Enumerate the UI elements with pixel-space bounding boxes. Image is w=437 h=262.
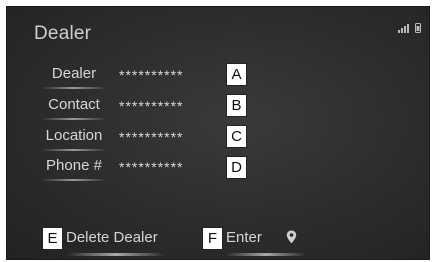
page-title: Dealer bbox=[34, 23, 92, 44]
phone-field-underline bbox=[41, 179, 107, 181]
location-field-label: Location bbox=[45, 127, 103, 144]
status-icons bbox=[398, 23, 421, 33]
contact-field-value: ********** bbox=[119, 98, 184, 114]
callout-a: A bbox=[226, 63, 247, 86]
callout-d: D bbox=[226, 156, 247, 179]
enter-underline bbox=[226, 253, 306, 256]
delete-dealer-underline bbox=[66, 253, 166, 256]
dealer-field-label: Dealer bbox=[51, 65, 97, 82]
location-field-value: ********** bbox=[119, 129, 184, 145]
callout-e: E bbox=[42, 227, 63, 250]
signal-icon bbox=[398, 24, 409, 33]
phone-field-label: Phone # bbox=[46, 157, 102, 174]
dealer-field-button[interactable]: Dealer bbox=[35, 65, 113, 89]
enter-button[interactable]: Enter bbox=[226, 229, 306, 256]
phone-icon bbox=[415, 23, 421, 33]
screen-frame: Dealer Dealer ********** A Contact *****… bbox=[6, 6, 430, 260]
enter-label: Enter bbox=[226, 229, 262, 246]
location-field-underline bbox=[41, 149, 107, 151]
phone-field-button[interactable]: Phone # bbox=[35, 157, 113, 181]
delete-dealer-button[interactable]: Delete Dealer bbox=[66, 229, 166, 256]
callout-b: B bbox=[226, 94, 247, 117]
callout-c: C bbox=[226, 125, 247, 148]
dealer-field-value: ********** bbox=[119, 67, 184, 83]
delete-dealer-label: Delete Dealer bbox=[66, 229, 158, 246]
location-field-button[interactable]: Location bbox=[35, 127, 113, 151]
callout-f: F bbox=[202, 227, 223, 250]
contact-field-label: Contact bbox=[48, 96, 100, 113]
dealer-field-underline bbox=[41, 87, 107, 89]
contact-field-underline bbox=[41, 118, 107, 120]
phone-field-value: ********** bbox=[119, 159, 184, 175]
map-pin-icon bbox=[286, 230, 297, 244]
contact-field-button[interactable]: Contact bbox=[35, 96, 113, 120]
